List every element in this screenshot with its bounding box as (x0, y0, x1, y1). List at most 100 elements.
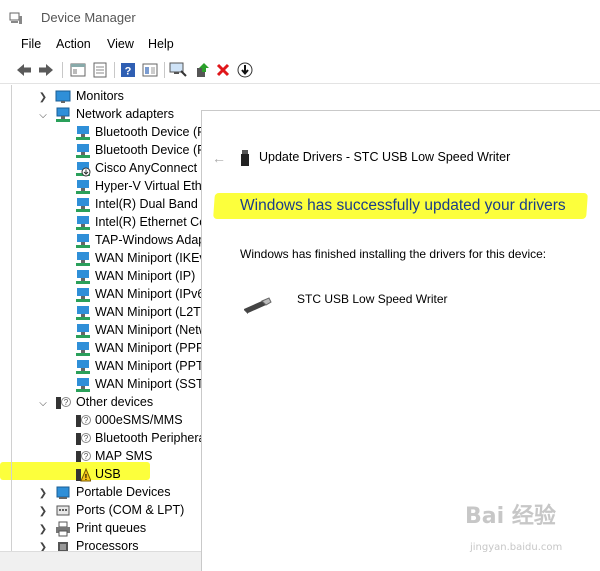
tree-label: 000eSMS/MMS (95, 413, 183, 427)
network-adapter-icon (76, 126, 90, 140)
network-adapter-icon (76, 288, 90, 302)
toolbar-separator (62, 62, 63, 78)
port-icon (56, 505, 70, 516)
menu-action[interactable]: Action (56, 37, 91, 51)
chevron-right-icon[interactable]: ❯ (38, 506, 48, 517)
network-adapter-icon (76, 144, 90, 158)
chevron-right-icon[interactable]: ❯ (38, 92, 48, 103)
forward-icon[interactable] (36, 60, 56, 80)
tree-item-network-adapter[interactable]: WAN Miniport (L2TP (0, 304, 209, 322)
network-adapter-icon (76, 198, 90, 212)
tree-item-network-adapter[interactable]: WAN Miniport (PPP (0, 340, 204, 358)
back-arrow-icon[interactable]: ← (212, 150, 226, 166)
tree-label: WAN Miniport (IPv6 (95, 287, 205, 301)
network-adapter-icon (76, 324, 90, 338)
view-icon[interactable] (140, 60, 160, 80)
title-bar: Device Manager (0, 0, 600, 34)
tree-item-network-adapter[interactable]: Bluetooth Device (Pe (0, 124, 212, 142)
chevron-down-icon[interactable]: ⌵ (38, 398, 48, 409)
dialog-heading: Windows has successfully updated your dr… (240, 197, 566, 214)
network-adapter-icon (56, 107, 70, 122)
unknown-device-icon: ? (76, 415, 91, 427)
baidu-watermark: Bai 经验 (465, 504, 556, 529)
dialog-title: Update Drivers - STC USB Low Speed Write… (259, 150, 511, 164)
tree-label: Other devices (76, 395, 154, 409)
tree-item-network-adapter[interactable]: WAN Miniport (Netw (0, 322, 208, 340)
tree-node-print-queues[interactable]: ❯ Print queues (0, 520, 200, 538)
tree-node-network-adapters[interactable]: ⌵ Network adapters (0, 106, 200, 124)
tree-item-other-device[interactable]: ? Bluetooth Peripheral (0, 430, 208, 448)
network-adapter-warning-icon (76, 162, 91, 177)
tree-label: WAN Miniport (PPP (95, 341, 205, 355)
menu-view[interactable]: View (107, 37, 134, 51)
tree-label: WAN Miniport (IP) (95, 269, 196, 283)
properties-icon[interactable] (90, 60, 110, 80)
tree-label: Bluetooth Peripheral (95, 431, 209, 445)
svg-text:?: ? (84, 434, 89, 443)
tree-item-other-device[interactable]: ? 000eSMS/MMS (0, 412, 200, 430)
tree-node-portable-devices[interactable]: ❯ Portable Devices (0, 484, 200, 502)
tree-item-network-adapter[interactable]: TAP-Windows Adapt (0, 232, 209, 250)
svg-text:?: ? (64, 398, 69, 407)
tree-label: Intel(R) Ethernet Cor (95, 215, 211, 229)
tree-label: Monitors (76, 89, 124, 103)
warning-device-icon: ! (76, 467, 91, 482)
menu-help[interactable]: Help (148, 37, 174, 51)
tree-label: WAN Miniport (Netw (95, 323, 208, 337)
svg-text:?: ? (84, 416, 89, 425)
update-driver-icon[interactable] (192, 60, 212, 80)
network-adapter-icon (76, 216, 90, 230)
back-icon[interactable] (14, 60, 34, 80)
tree-label: USB (95, 467, 121, 481)
tree-label: WAN Miniport (L2TP (95, 305, 210, 319)
tree-item-network-adapter[interactable]: WAN Miniport (PPTI (0, 358, 207, 376)
network-adapter-icon (76, 360, 90, 374)
tree-node-ports[interactable]: ❯ Ports (COM & LPT) (0, 502, 200, 520)
tree-item-network-adapter[interactable]: Cisco AnyConnect S (0, 160, 209, 178)
tree-item-network-adapter[interactable]: Bluetooth Device (RF (0, 142, 214, 160)
network-adapter-icon (76, 234, 90, 248)
tree-item-network-adapter[interactable]: WAN Miniport (IP) (0, 268, 200, 286)
tree-label: Portable Devices (76, 485, 171, 499)
tree-item-network-adapter[interactable]: WAN Miniport (IKEv (0, 250, 206, 268)
tree-label: Hyper-V Virtual Ethe (95, 179, 209, 193)
tree-label: WAN Miniport (IKEv (95, 251, 206, 265)
tree-item-usb[interactable]: ! USB (0, 466, 200, 484)
tree-node-monitors[interactable]: ❯ Monitors (0, 88, 200, 106)
usb-writer-icon (244, 297, 272, 314)
tree-label: Cisco AnyConnect S (95, 161, 209, 175)
tree-label: WAN Miniport (PPTI (95, 359, 208, 373)
network-adapter-icon (76, 252, 90, 266)
tree-label: Print queues (76, 521, 147, 535)
download-icon[interactable] (235, 60, 255, 80)
portable-device-icon (56, 486, 70, 499)
network-adapter-icon (76, 306, 90, 320)
window-title: Device Manager (41, 10, 136, 25)
tree-item-network-adapter[interactable]: Hyper-V Virtual Ethe (0, 178, 209, 196)
tree-item-network-adapter[interactable]: WAN Miniport (IPv6 (0, 286, 204, 304)
menu-bar: File Action View Help (0, 34, 600, 56)
svg-text:?: ? (84, 452, 89, 461)
tree-label: Intel(R) Dual Band W (95, 197, 214, 211)
printer-icon (56, 521, 70, 537)
tree-label: TAP-Windows Adapt (95, 233, 209, 247)
tree-item-network-adapter[interactable]: Intel(R) Dual Band W (0, 196, 213, 214)
menu-file[interactable]: File (21, 37, 41, 51)
uninstall-icon[interactable] (213, 60, 233, 80)
toolbar-separator (164, 62, 165, 78)
help-icon[interactable]: ? (118, 60, 138, 80)
network-adapter-icon (76, 378, 90, 392)
tree-item-network-adapter[interactable]: WAN Miniport (SSTP (0, 376, 212, 394)
device-name: STC USB Low Speed Writer (297, 292, 448, 306)
show-hide-tree-icon[interactable] (68, 60, 88, 80)
chevron-right-icon[interactable]: ❯ (38, 488, 48, 499)
network-adapter-icon (76, 180, 90, 194)
chevron-down-icon[interactable]: ⌵ (38, 110, 48, 121)
chevron-right-icon[interactable]: ❯ (38, 524, 48, 535)
network-adapter-icon (76, 342, 90, 356)
tree-item-network-adapter[interactable]: Intel(R) Ethernet Cor (0, 214, 210, 232)
tree-node-other-devices[interactable]: ⌵ ? Other devices (0, 394, 200, 412)
scan-hardware-icon[interactable] (168, 60, 188, 80)
monitor-icon (55, 90, 71, 103)
tree-label: Bluetooth Device (Pe (95, 125, 213, 139)
